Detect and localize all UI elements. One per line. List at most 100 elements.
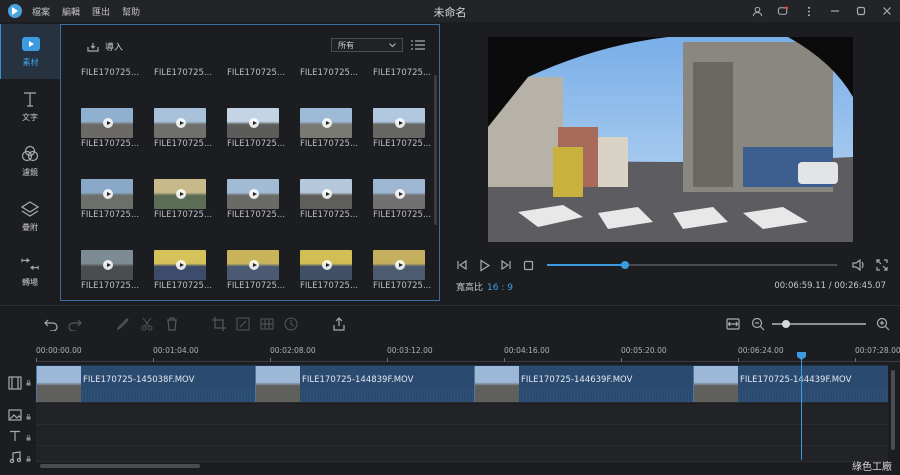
media-thumbnail[interactable]: [227, 179, 279, 209]
lock-icon[interactable]: [26, 380, 31, 386]
menu-help[interactable]: 幫助: [122, 5, 140, 18]
media-thumbnail[interactable]: [154, 179, 206, 209]
clip-name: FILE170725-144639F.MOV: [521, 375, 633, 385]
media-thumbnail[interactable]: [154, 250, 206, 280]
media-thumbnail[interactable]: [227, 108, 279, 138]
ruler-tick: [621, 358, 622, 362]
play-overlay-icon: [176, 118, 186, 128]
play-overlay-icon: [103, 189, 113, 199]
stop-icon[interactable]: [521, 258, 535, 272]
timeline-ruler[interactable]: 00:00:00.00 00:01:04.00 00:02:08.00 00:03:1…: [36, 344, 900, 362]
media-thumbnail[interactable]: [300, 179, 352, 209]
media-thumbnail[interactable]: [300, 108, 352, 138]
menu-file[interactable]: 檔案: [32, 5, 50, 18]
media-thumbnail[interactable]: [300, 250, 352, 280]
fit-timeline-icon[interactable]: [726, 317, 740, 331]
more-icon[interactable]: [800, 2, 818, 20]
media-thumbnail[interactable]: [227, 250, 279, 280]
import-icon: [87, 42, 99, 52]
menu-edit[interactable]: 編輯: [62, 5, 80, 18]
media-thumbnail[interactable]: [373, 108, 425, 138]
media-file-name: FILE170725...: [373, 139, 432, 149]
media-thumbnail[interactable]: [373, 179, 425, 209]
timeline-clip[interactable]: FILE170725-145038F.MOV: [36, 366, 255, 402]
media-file-name: FILE170725...: [227, 139, 286, 149]
aspect-ratio[interactable]: 寬高比 16 : 9: [456, 280, 513, 293]
overlay-track[interactable]: [36, 404, 888, 425]
menu-export[interactable]: 匯出: [92, 5, 110, 18]
sidebar-item-media[interactable]: 素材: [0, 24, 60, 79]
media-file-name: FILE170725...: [154, 210, 213, 220]
close-icon[interactable]: [878, 2, 896, 20]
player-controls: [455, 255, 895, 275]
playback-progress[interactable]: [547, 261, 837, 269]
edit-icon[interactable]: [116, 317, 130, 331]
clip-name: FILE170725-144839F.MOV: [302, 375, 414, 385]
export-clip-icon[interactable]: [332, 317, 346, 331]
timeline-clip[interactable]: FILE170725-144839F.MOV: [255, 366, 474, 402]
cut-icon[interactable]: [140, 317, 154, 331]
lock-icon[interactable]: [26, 414, 31, 420]
timeline-horizontal-scrollbar[interactable]: [40, 464, 200, 468]
ruler-tick: [153, 358, 154, 362]
media-thumbnail[interactable]: [81, 108, 133, 138]
redo-icon[interactable]: [68, 317, 82, 331]
minimize-icon[interactable]: [826, 2, 844, 20]
ruler-tick: [36, 358, 37, 362]
text-track[interactable]: [36, 425, 888, 446]
undo-icon[interactable]: [44, 317, 58, 331]
mosaic-icon[interactable]: [260, 317, 274, 331]
user-icon[interactable]: [748, 2, 766, 20]
sidebar-item-text[interactable]: 文字: [0, 79, 60, 134]
volume-icon[interactable]: [851, 258, 865, 272]
media-file-name: FILE170725...: [300, 68, 359, 78]
media-file-name: FILE170725...: [227, 68, 286, 78]
media-scrollbar[interactable]: [434, 75, 437, 225]
music-track[interactable]: [36, 446, 888, 462]
timeline-clip[interactable]: FILE170725-144439F.MOV: [693, 366, 888, 402]
fullscreen-icon[interactable]: [875, 258, 889, 272]
duration-icon[interactable]: [284, 317, 298, 331]
maximize-icon[interactable]: [852, 2, 870, 20]
media-file-name: FILE170725...: [227, 210, 286, 220]
media-file-name: FILE170725...: [373, 281, 432, 291]
timeline-vertical-scrollbar[interactable]: [891, 370, 895, 450]
sidebar-item-overlay[interactable]: 疊附: [0, 189, 60, 244]
media-file-name: FILE170725...: [81, 210, 140, 220]
sidebar-item-transition[interactable]: 轉場: [0, 244, 60, 299]
ruler-tick: [270, 358, 271, 362]
video-preview: [488, 37, 853, 242]
clip-thumbnail: [256, 366, 300, 402]
feedback-icon[interactable]: [774, 2, 792, 20]
play-overlay-icon: [395, 260, 405, 270]
list-view-icon[interactable]: [411, 39, 425, 51]
lock-icon[interactable]: [26, 456, 31, 462]
timeline-clip[interactable]: FILE170725-144639F.MOV: [474, 366, 693, 402]
zoom-clip-icon[interactable]: [236, 317, 250, 331]
zoom-handle[interactable]: [782, 320, 791, 328]
progress-fill: [547, 264, 626, 266]
sidebar-item-filter[interactable]: 濾鏡: [0, 134, 60, 189]
progress-handle[interactable]: [621, 261, 630, 269]
media-thumbnail[interactable]: [81, 179, 133, 209]
media-thumbnail[interactable]: [373, 250, 425, 280]
next-frame-icon[interactable]: [499, 258, 513, 272]
sidebar-item-label: 轉場: [22, 278, 38, 287]
import-button[interactable]: 導入: [87, 40, 123, 53]
play-overlay-icon: [249, 260, 259, 270]
sidebar-item-label: 文字: [22, 113, 38, 122]
lock-icon[interactable]: [26, 435, 31, 441]
crop-icon[interactable]: [212, 317, 226, 331]
zoom-in-icon[interactable]: [876, 317, 890, 331]
media-filter-select[interactable]: 所有: [331, 38, 403, 52]
media-file-name: FILE170725...: [154, 68, 213, 78]
media-thumbnail[interactable]: [81, 250, 133, 280]
playhead[interactable]: [801, 352, 802, 460]
text-icon: [21, 90, 39, 108]
play-icon[interactable]: [477, 258, 491, 272]
media-thumbnail[interactable]: [154, 108, 206, 138]
zoom-out-icon[interactable]: [751, 317, 765, 331]
video-track[interactable]: FILE170725-145038F.MOV FILE170725-144839F…: [36, 365, 888, 403]
delete-icon[interactable]: [165, 317, 179, 331]
prev-frame-icon[interactable]: [455, 258, 469, 272]
